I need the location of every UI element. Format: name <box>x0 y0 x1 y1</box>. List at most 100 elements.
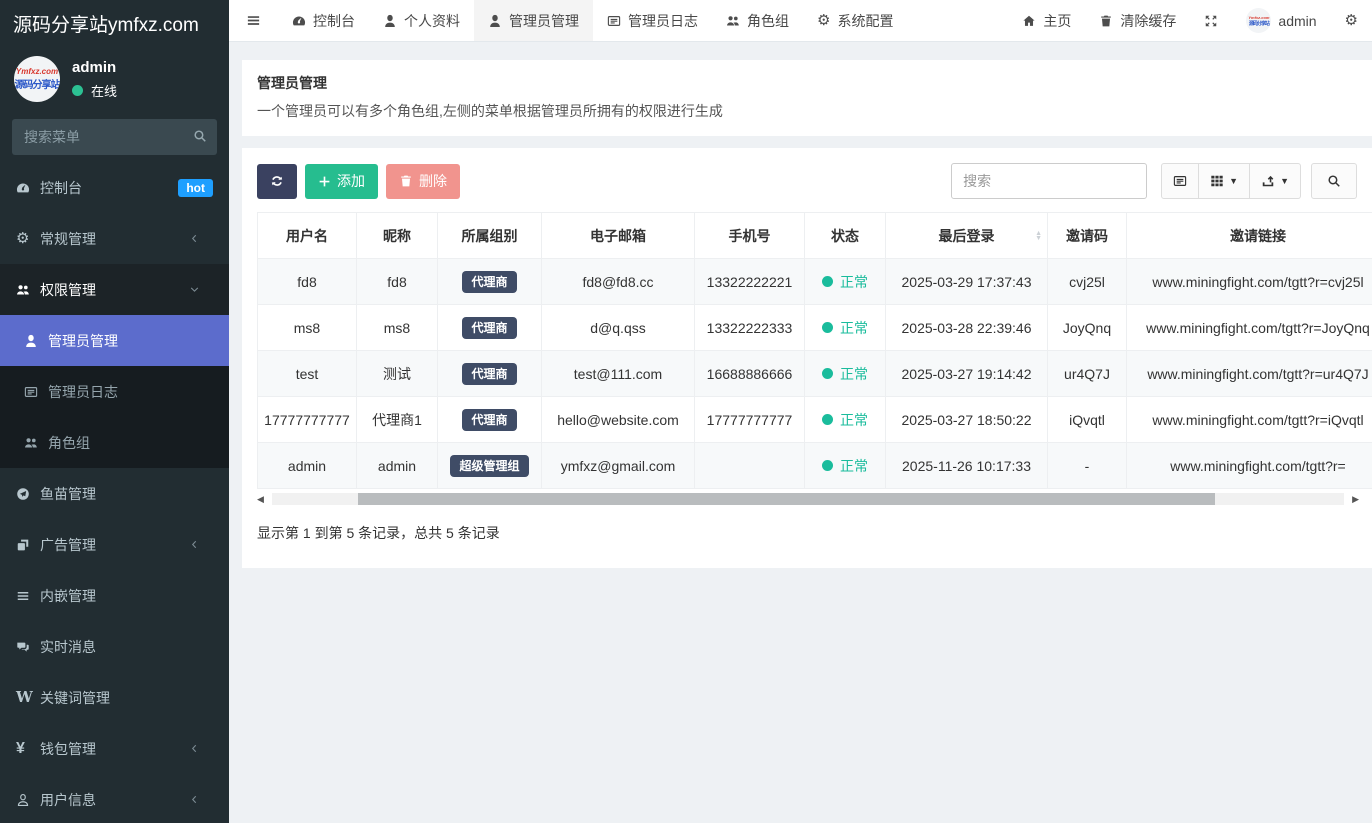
refresh-icon <box>270 174 284 188</box>
scrollbar-track[interactable] <box>272 493 1344 505</box>
sidebar-item-wallet[interactable]: ¥钱包管理 <box>0 723 229 774</box>
sidebar-item-group[interactable]: 角色组 <box>0 417 229 468</box>
table-search-button[interactable] <box>1311 163 1357 199</box>
table-row[interactable]: adminadmin超级管理组ymfxz@gmail.com正常2025-11-… <box>258 443 1372 489</box>
tab-console[interactable]: 控制台 <box>278 0 369 41</box>
topnav-user-menu[interactable]: Ymfxz.com源码分享站admin <box>1232 0 1330 41</box>
paper-plane-icon <box>16 487 40 501</box>
search-icon[interactable] <box>193 129 207 143</box>
gear-icon: ⚙ <box>1345 13 1358 28</box>
record-count-text: 显示第 1 到第 5 条记录，总共 5 条记录 <box>257 523 1357 543</box>
refresh-button[interactable] <box>257 164 297 199</box>
column-header-invite_code: 邀请码 <box>1048 213 1127 259</box>
sidebar-item-general[interactable]: ⚙常规管理 <box>0 213 229 264</box>
column-label: 手机号 <box>729 228 771 244</box>
brand-logo[interactable]: 源码分享站ymfxz.com <box>0 0 229 46</box>
sidebar-item-label: 广告管理 <box>40 535 96 555</box>
scroll-right-arrow[interactable]: ▶ <box>1344 495 1359 504</box>
sidebar-item-admin[interactable]: 管理员管理 <box>0 315 229 366</box>
nickname-cell: ms8 <box>357 305 438 351</box>
columns-dropdown-button[interactable]: ▼ <box>1199 163 1250 199</box>
add-button[interactable]: 添加 <box>305 164 378 199</box>
last_login-cell: 2025-03-28 22:39:46 <box>886 305 1048 351</box>
mobile-cell: 17777777777 <box>695 397 805 443</box>
table-row[interactable]: ms8ms8代理商d@q.qss13322222333正常2025-03-28 … <box>258 305 1372 351</box>
tachometer-icon <box>292 14 306 28</box>
sort-arrows-icon[interactable]: ▲▼ <box>1035 231 1042 241</box>
sidebar-user-name: admin <box>72 59 117 76</box>
tab-config[interactable]: ⚙系统配置 <box>803 0 907 41</box>
user-icon <box>488 14 502 28</box>
home-icon <box>1022 14 1036 28</box>
table-row[interactable]: 17777777777代理商1代理商hello@website.com17777… <box>258 397 1372 443</box>
scroll-left-arrow[interactable]: ◀ <box>257 495 272 504</box>
export-dropdown-button[interactable]: ▼ <box>1250 163 1301 199</box>
status-cell: 正常 <box>805 443 886 489</box>
sidebar-item-embed[interactable]: 内嵌管理 <box>0 570 229 621</box>
mobile-cell: 13322222333 <box>695 305 805 351</box>
topnav-right: 主页清除缓存 Ymfxz.com源码分享站admin ⚙ <box>1008 0 1372 41</box>
chevron-down-icon <box>189 284 213 295</box>
sidebar-item-userinfo[interactable]: 用户信息 <box>0 774 229 823</box>
column-header-last_login[interactable]: 最后登录▲▼ <box>886 213 1048 259</box>
topnav-settings-button[interactable]: ⚙ <box>1331 0 1372 41</box>
tab-group[interactable]: 角色组 <box>712 0 803 41</box>
email-cell: ymfxz@gmail.com <box>542 443 695 489</box>
status-dot-icon <box>822 322 833 333</box>
email-cell: fd8@fd8.cc <box>542 259 695 305</box>
email-cell: d@q.qss <box>542 305 695 351</box>
sidebar-item-message[interactable]: 实时消息 <box>0 621 229 672</box>
username-cell: ms8 <box>258 305 357 351</box>
common-search-button[interactable] <box>1161 163 1199 199</box>
column-label: 电子邮箱 <box>590 228 646 244</box>
sidebar-item-label: 控制台 <box>40 178 82 198</box>
user-icon <box>383 14 397 28</box>
sidebar-item-fish[interactable]: 鱼苗管理 <box>0 468 229 519</box>
delete-button[interactable]: 删除 <box>386 164 460 199</box>
username-cell: 17777777777 <box>258 397 357 443</box>
sidebar-toggle-button[interactable] <box>229 0 278 41</box>
table-row[interactable]: fd8fd8代理商fd8@fd8.cc13322222221正常2025-03-… <box>258 259 1372 305</box>
export-icon <box>1261 174 1275 188</box>
users-icon <box>24 436 48 450</box>
tab-admin-log[interactable]: 管理员日志 <box>593 0 712 41</box>
plus-icon <box>318 175 331 188</box>
table-search-input[interactable] <box>951 163 1147 199</box>
nickname-cell: 代理商1 <box>357 397 438 443</box>
hamburger-icon <box>246 13 261 28</box>
table-row[interactable]: test测试代理商test@111.com16688886666正常2025-0… <box>258 351 1372 397</box>
column-label: 所属组别 <box>462 228 518 244</box>
topnav-home-button[interactable]: 主页 <box>1008 0 1085 41</box>
users-icon <box>726 14 740 28</box>
horizontal-scrollbar: ◀ ▶ <box>257 492 1359 506</box>
column-label: 昵称 <box>383 228 411 244</box>
tab-profile[interactable]: 个人资料 <box>369 0 474 41</box>
sidebar-item-label: 关键词管理 <box>40 688 110 708</box>
menu-search-input[interactable] <box>12 119 217 155</box>
group-cell: 超级管理组 <box>438 443 542 489</box>
sidebar-item-admin-log[interactable]: 管理员日志 <box>0 366 229 417</box>
chevron-left-icon <box>189 539 213 550</box>
column-header-username: 用户名 <box>258 213 357 259</box>
scrollbar-thumb[interactable] <box>358 493 1216 505</box>
sidebar-item-ads[interactable]: 广告管理 <box>0 519 229 570</box>
sidebar-item-console[interactable]: 控制台hot <box>0 162 229 213</box>
sidebar-item-auth[interactable]: 权限管理 <box>0 264 229 315</box>
status-badge: 正常 <box>822 318 868 338</box>
column-label: 邀请链接 <box>1230 228 1286 244</box>
username-cell: admin <box>258 443 357 489</box>
list-alt-icon <box>24 385 48 399</box>
sidebar-item-keyword[interactable]: W关键词管理 <box>0 672 229 723</box>
invite_link-cell: www.miningfight.com/tgtt?r= <box>1127 443 1372 489</box>
tab-label: 系统配置 <box>837 11 893 31</box>
column-header-group: 所属组别 <box>438 213 542 259</box>
last_login-cell: 2025-11-26 10:17:33 <box>886 443 1048 489</box>
topnav-clear-cache-button[interactable]: 清除缓存 <box>1085 0 1190 41</box>
clone-icon <box>16 538 40 552</box>
status-cell: 正常 <box>805 305 886 351</box>
topnav-fullscreen-button[interactable] <box>1190 0 1232 41</box>
sidebar-item-label: 权限管理 <box>40 280 96 300</box>
chevron-left-icon <box>189 794 213 805</box>
tab-admin[interactable]: 管理员管理 <box>474 0 593 41</box>
mobile-cell <box>695 443 805 489</box>
